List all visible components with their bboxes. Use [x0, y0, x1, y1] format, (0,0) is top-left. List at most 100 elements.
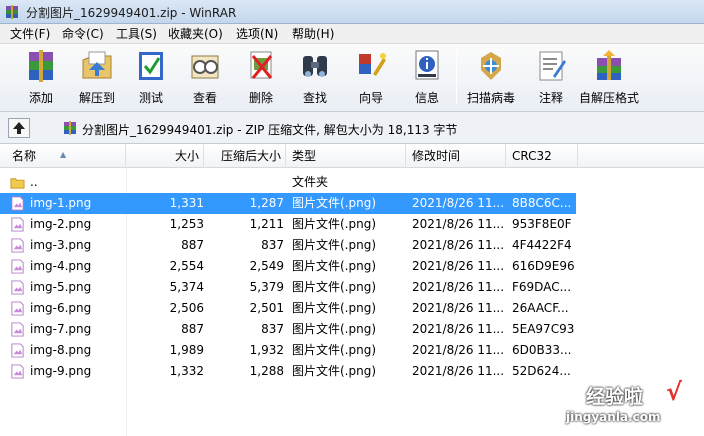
file-size — [126, 172, 204, 193]
file-modified: 2021/8/26 11... — [412, 301, 505, 315]
extract-to-icon — [82, 51, 112, 79]
menu-favorites[interactable]: 收藏夹(O) — [166, 26, 225, 42]
file-crc32: 6D0B33... — [512, 343, 572, 357]
file-size: 1,331 — [169, 196, 204, 210]
column-type[interactable]: 类型 — [286, 144, 406, 168]
file-modified: 2021/8/26 11... — [412, 364, 505, 378]
info-button[interactable]: 信息 — [396, 48, 458, 108]
file-type: 图片文件(.png) — [292, 238, 377, 252]
file-crc32: 616D9E96 — [512, 259, 575, 273]
png-image-icon — [11, 259, 24, 274]
menu-options[interactable]: 选项(N) — [234, 26, 280, 42]
file-name: img-1.png — [10, 193, 126, 214]
file-crc32: 5EA97C93 — [512, 322, 575, 336]
file-packed-size: 837 — [261, 238, 284, 252]
toolbar-separator — [456, 52, 457, 104]
file-name: img-2.png — [10, 214, 126, 235]
menu-file[interactable]: 文件(F) — [8, 26, 52, 42]
view-icon — [191, 55, 219, 79]
watermark-domain: jingyanla.com — [566, 410, 661, 424]
extract-to-button[interactable]: 解压到 — [66, 48, 128, 108]
file-name: img-5.png — [10, 277, 126, 298]
comment-button[interactable]: 注释 — [520, 48, 582, 108]
file-name: .. — [10, 172, 126, 193]
png-image-icon — [11, 343, 24, 358]
png-image-icon — [11, 217, 24, 232]
png-image-icon — [11, 238, 24, 253]
zip-archive-icon — [64, 121, 76, 135]
file-type: 图片文件(.png) — [292, 322, 377, 336]
up-folder-button[interactable] — [8, 118, 30, 138]
comment-icon — [539, 51, 566, 81]
info-icon — [415, 50, 439, 80]
file-name: img-8.png — [10, 340, 126, 361]
wizard-button[interactable]: 向导 — [340, 48, 402, 108]
file-name: img-7.png — [10, 319, 126, 340]
sfx-button[interactable]: 自解压格式 — [578, 48, 640, 108]
test-icon — [139, 52, 163, 80]
file-name: img-3.png — [10, 235, 126, 256]
file-type: 文件夹 — [292, 175, 329, 189]
sfx-icon — [597, 50, 621, 80]
file-row[interactable]: img-9.png 1,332 1,288 图片文件(.png) 2021/8/26 1… — [0, 361, 576, 382]
menu-tools[interactable]: 工具(S) — [114, 26, 159, 42]
file-packed-size: 1,287 — [249, 196, 284, 210]
file-row[interactable]: img-5.png 5,374 5,379 图片文件(.png) 2021/8/26 1… — [0, 277, 576, 298]
delete-button[interactable]: 删除 — [230, 48, 292, 108]
test-button[interactable]: 测试 — [120, 48, 182, 108]
file-size: 1,253 — [169, 217, 204, 231]
file-row[interactable]: img-2.png 1,253 1,211 图片文件(.png) 2021/8/26 1… — [0, 214, 576, 235]
file-size: 2,506 — [169, 301, 204, 315]
window-title: 分割图片_1629949401.zip - WinRAR — [26, 6, 237, 20]
file-packed-size: 5,379 — [249, 280, 284, 294]
column-name[interactable]: 名称 ▲ — [0, 144, 126, 168]
file-crc32: 4F4422F4 — [512, 238, 572, 252]
column-packed-size[interactable]: 压缩后大小 — [204, 144, 286, 168]
column-modified[interactable]: 修改时间 — [406, 144, 506, 168]
file-crc32: 52D624... — [512, 364, 571, 378]
file-modified: 2021/8/26 11... — [412, 217, 505, 231]
file-type: 图片文件(.png) — [292, 217, 377, 231]
file-row[interactable]: img-3.png 887 837 图片文件(.png) 2021/8/26 11...… — [0, 235, 576, 256]
file-packed-size: 1,211 — [249, 217, 284, 231]
file-size: 887 — [181, 322, 204, 336]
title-bar: 分割图片_1629949401.zip - WinRAR — [0, 0, 704, 24]
find-button[interactable]: 查找 — [284, 48, 346, 108]
file-packed-size: 2,549 — [249, 259, 284, 273]
file-packed-size: 2,501 — [249, 301, 284, 315]
menu-help[interactable]: 帮助(H) — [290, 26, 336, 42]
sort-ascending-icon: ▲ — [60, 150, 67, 159]
file-modified: 2021/8/26 11... — [412, 259, 505, 273]
view-button[interactable]: 查看 — [174, 48, 236, 108]
file-size: 1,332 — [169, 364, 204, 378]
parent-folder-row[interactable]: .. 文件夹 — [0, 172, 576, 193]
file-crc32: 26AACF... — [512, 301, 569, 315]
file-row[interactable]: img-1.png 1,331 1,287 图片文件(.png) 2021/8/26 1… — [0, 193, 576, 214]
file-type: 图片文件(.png) — [292, 259, 377, 273]
file-row[interactable]: img-4.png 2,554 2,549 图片文件(.png) 2021/8/26 1… — [0, 256, 576, 277]
add-button[interactable]: 添加 — [10, 48, 72, 108]
file-name: img-6.png — [10, 298, 126, 319]
file-row[interactable]: img-7.png 887 837 图片文件(.png) 2021/8/26 11...… — [0, 319, 576, 340]
address-bar: 分割图片_1629949401.zip - ZIP 压缩文件, 解包大小为 18… — [0, 112, 704, 144]
file-size: 1,989 — [169, 343, 204, 357]
png-image-icon — [11, 196, 24, 211]
file-type: 图片文件(.png) — [292, 364, 377, 378]
png-image-icon — [11, 280, 24, 295]
column-crc32[interactable]: CRC32 — [506, 144, 578, 168]
watermark-check-icon: √ — [666, 378, 683, 406]
find-icon — [303, 56, 327, 77]
winrar-app-icon[interactable] — [4, 4, 20, 20]
file-modified: 2021/8/26 11... — [412, 343, 505, 357]
menu-bar: 文件(F) 命令(C) 工具(S) 收藏夹(O) 选项(N) 帮助(H) — [0, 24, 704, 44]
column-size[interactable]: 大小 — [126, 144, 204, 168]
file-crc32: F69DAC... — [512, 280, 572, 294]
file-list-header: 名称 ▲ 大小 压缩后大小 类型 修改时间 CRC32 — [0, 144, 704, 168]
file-name: img-9.png — [10, 361, 126, 382]
menu-commands[interactable]: 命令(C) — [60, 26, 106, 42]
file-row[interactable]: img-6.png 2,506 2,501 图片文件(.png) 2021/8/26 1… — [0, 298, 576, 319]
file-packed-size: 1,288 — [249, 364, 284, 378]
png-image-icon — [11, 322, 24, 337]
virus-scan-button[interactable]: 扫描病毒 — [460, 48, 522, 108]
file-row[interactable]: img-8.png 1,989 1,932 图片文件(.png) 2021/8/26 1… — [0, 340, 576, 361]
